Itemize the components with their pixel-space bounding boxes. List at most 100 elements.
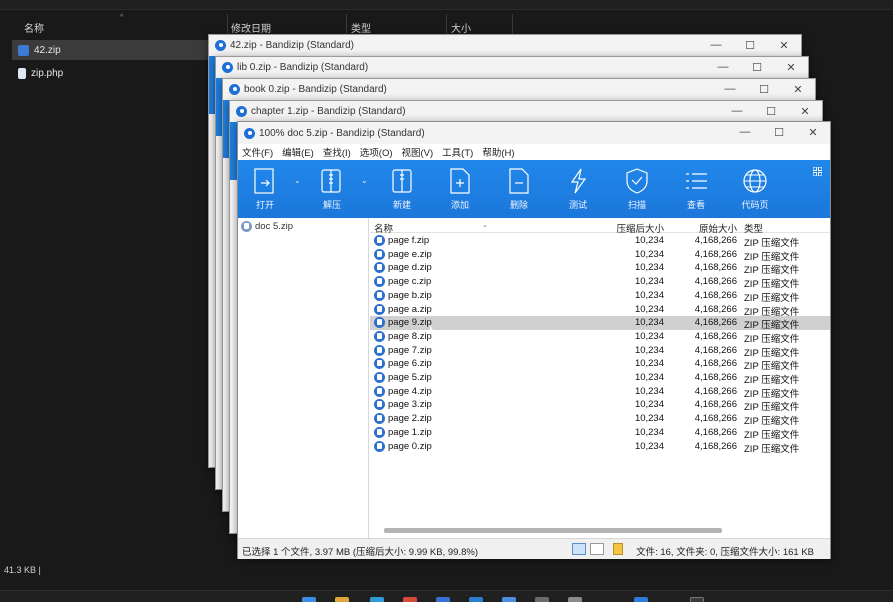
minimize-button[interactable]: — (713, 79, 747, 99)
maximize-button[interactable]: ☐ (762, 122, 796, 142)
close-button[interactable]: ✕ (781, 79, 815, 99)
zip-file-icon (374, 289, 385, 301)
menu-find[interactable]: 查找(I) (323, 145, 351, 159)
row-original-size: 4,168,266 (694, 303, 737, 315)
tree-root-item[interactable]: doc 5.zip (241, 221, 293, 232)
table-row[interactable]: page 7.zip 10,234 4,168,266 ZIP 压缩文件 (370, 344, 830, 359)
table-row[interactable]: page 9.zip 10,234 4,168,266 ZIP 压缩文件 (370, 316, 830, 331)
table-row[interactable]: page 5.zip 10,234 4,168,266 ZIP 压缩文件 (370, 371, 830, 386)
table-row[interactable]: page f.zip 10,234 4,168,266 ZIP 压缩文件 (370, 234, 830, 249)
taskbar-app-icon[interactable] (335, 597, 349, 602)
open-button[interactable]: 打开 (242, 167, 288, 215)
row-name-text: page e.zip (388, 248, 432, 260)
add-button[interactable]: 添加 (437, 167, 483, 215)
zip-file-icon (18, 44, 29, 56)
taskbar-app-icon[interactable] (535, 597, 549, 602)
taskbar-app-icon[interactable] (634, 597, 648, 602)
maximize-button[interactable]: ☐ (747, 79, 781, 99)
column-modified[interactable]: 修改日期 (231, 20, 271, 35)
row-name-text: page c.zip (388, 276, 432, 288)
explorer-file-zipphp[interactable]: zip.php (12, 63, 212, 83)
table-row[interactable]: page d.zip 10,234 4,168,266 ZIP 压缩文件 (370, 261, 830, 276)
table-row[interactable]: page 0.zip 10,234 4,168,266 ZIP 压缩文件 (370, 440, 830, 455)
menu-help[interactable]: 帮助(H) (482, 145, 514, 159)
column-name[interactable]: 名称 (24, 20, 44, 35)
zip-file-icon (374, 344, 385, 356)
details-view-button[interactable] (572, 543, 586, 555)
table-row[interactable]: page b.zip 10,234 4,168,266 ZIP 压缩文件 (370, 289, 830, 304)
delete-button[interactable]: 删除 (496, 167, 542, 215)
row-name: page 4.zip (374, 385, 432, 397)
row-name-text: page 4.zip (388, 385, 432, 397)
row-original-size: 4,168,266 (694, 289, 737, 301)
maximize-button[interactable]: ☐ (733, 35, 767, 55)
header-type[interactable]: 类型 (744, 221, 763, 235)
taskbar-app-icon[interactable] (568, 597, 582, 602)
row-original-size: 4,168,266 (694, 426, 737, 438)
extract-button[interactable]: 解压 (309, 167, 355, 215)
window-title: chapter 1.zip - Bandizip (Standard) (251, 105, 406, 117)
close-button[interactable]: ✕ (774, 57, 808, 77)
view-button[interactable]: 查看 (673, 167, 719, 215)
preview-view-button[interactable] (590, 543, 604, 555)
header-name[interactable]: 名称 (374, 221, 393, 235)
scan-button[interactable]: 扫描 (614, 167, 660, 215)
column-size[interactable]: 大小 (451, 20, 471, 35)
extract-dropdown-icon[interactable]: ⌄ (361, 176, 368, 185)
codepage-button[interactable]: 代码页 (732, 167, 778, 215)
new-archive-button[interactable]: 新建 (379, 167, 425, 215)
close-button[interactable]: ✕ (788, 101, 822, 121)
table-row[interactable]: page 1.zip 10,234 4,168,266 ZIP 压缩文件 (370, 426, 830, 441)
row-name: page d.zip (374, 262, 432, 274)
taskbar-app-icon[interactable] (302, 597, 316, 602)
archive-info-icon[interactable] (613, 543, 623, 555)
horizontal-scrollbar[interactable] (384, 528, 722, 533)
row-name: page c.zip (374, 276, 432, 288)
header-original-size[interactable]: 原始大小 (699, 221, 737, 235)
table-row[interactable]: page a.zip 10,234 4,168,266 ZIP 压缩文件 (370, 303, 830, 318)
taskbar-app-icon[interactable] (502, 597, 516, 602)
taskbar-app-icon[interactable] (436, 597, 450, 602)
table-row[interactable]: page 6.zip 10,234 4,168,266 ZIP 压缩文件 (370, 357, 830, 372)
table-row[interactable]: page c.zip 10,234 4,168,266 ZIP 压缩文件 (370, 275, 830, 290)
column-type[interactable]: 类型 (351, 20, 371, 35)
open-dropdown-icon[interactable]: ⌄ (294, 176, 301, 185)
minimize-button[interactable]: — (699, 35, 733, 55)
menu-view[interactable]: 视图(V) (402, 145, 434, 159)
menu-tools[interactable]: 工具(T) (442, 145, 473, 159)
maximize-button[interactable]: ☐ (754, 101, 788, 121)
header-packed-size[interactable]: 压缩后大小 (616, 221, 664, 235)
taskbar-app-icon[interactable] (403, 597, 417, 602)
row-name-text: page 7.zip (388, 344, 432, 356)
row-original-size: 4,168,266 (694, 372, 737, 383)
close-button[interactable]: ✕ (767, 35, 801, 55)
table-row[interactable]: page 4.zip 10,234 4,168,266 ZIP 压缩文件 (370, 385, 830, 400)
row-original-size: 4,168,266 (694, 330, 737, 342)
menu-options[interactable]: 选项(O) (360, 145, 393, 159)
maximize-button[interactable]: ☐ (740, 57, 774, 77)
taskbar-app-icon[interactable] (469, 597, 483, 602)
taskbar-bandizip-icon[interactable] (690, 597, 704, 602)
row-packed-size: 10,234 (634, 289, 664, 301)
table-row[interactable]: page 2.zip 10,234 4,168,266 ZIP 压缩文件 (370, 412, 830, 427)
table-row[interactable]: page 3.zip 10,234 4,168,266 ZIP 压缩文件 (370, 398, 830, 413)
explorer-file-42zip[interactable]: 42.zip (12, 40, 212, 60)
scan-icon (626, 168, 648, 194)
row-name: page b.zip (374, 289, 432, 301)
close-button[interactable]: ✕ (796, 122, 830, 142)
minimize-button[interactable]: — (728, 122, 762, 142)
taskbar-app-icon[interactable] (370, 597, 384, 602)
table-row[interactable]: page 8.zip 10,234 4,168,266 ZIP 压缩文件 (370, 330, 830, 345)
row-name: page 2.zip (374, 413, 432, 425)
menu-edit[interactable]: 编辑(E) (282, 145, 314, 159)
layout-grid-icon[interactable] (813, 167, 822, 176)
menu-file[interactable]: 文件(F) (242, 145, 273, 159)
row-name-text: page a.zip (388, 303, 432, 315)
table-row[interactable]: page e.zip 10,234 4,168,266 ZIP 压缩文件 (370, 248, 830, 263)
bandizip-window-doc5[interactable]: 100% doc 5.zip - Bandizip (Standard) — ☐… (237, 121, 831, 559)
minimize-button[interactable]: — (706, 57, 740, 77)
zip-file-icon (374, 426, 385, 438)
test-button[interactable]: 测试 (555, 167, 601, 215)
delete-label: 删除 (509, 200, 528, 210)
minimize-button[interactable]: — (720, 101, 754, 121)
